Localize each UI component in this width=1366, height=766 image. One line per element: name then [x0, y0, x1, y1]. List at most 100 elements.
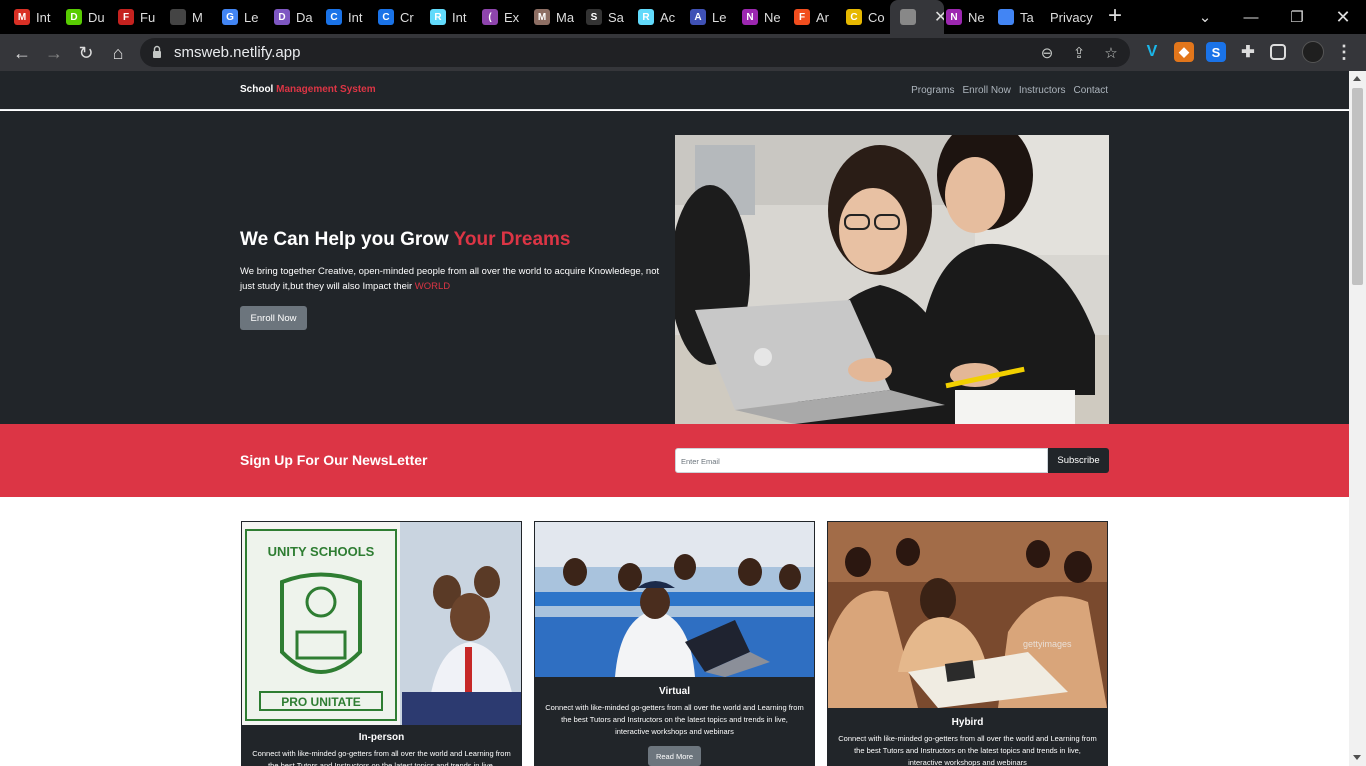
browser-tab[interactable]: F Ar — [794, 0, 834, 34]
brand-white: School — [240, 84, 274, 95]
address-bar[interactable]: smsweb.netlify.app ⊖ ⇪ ☆ — [140, 38, 1130, 67]
tab-label: Int — [348, 9, 363, 25]
scrollbar-thumb[interactable] — [1352, 88, 1363, 285]
scroll-down-arrow[interactable] — [1353, 755, 1361, 760]
nav-enroll-now[interactable]: Enroll Now — [962, 85, 1010, 96]
browser-tab[interactable]: G Le — [222, 0, 262, 34]
tab-label: Du — [88, 9, 105, 25]
tab-favicon-icon: C — [378, 9, 394, 25]
vimeo-extension-icon[interactable]: V — [1142, 42, 1162, 62]
nav-instructors[interactable]: Instructors — [1019, 85, 1066, 96]
unity-schools-image: UNITY SCHOOLS PRO UNITATE — [242, 522, 521, 725]
browser-tab[interactable]: S Sa — [586, 0, 626, 34]
program-card-hybird: gettyimages Hybird Connect with like-min… — [827, 521, 1108, 766]
zoom-icon[interactable]: ⊖ — [1036, 42, 1058, 64]
home-icon[interactable]: ⌂ — [105, 40, 131, 66]
tab-label: Ta — [1020, 9, 1034, 25]
extensions-puzzle-icon[interactable]: ✚ — [1238, 42, 1258, 62]
nav-contact[interactable]: Contact — [1074, 85, 1108, 96]
bookmark-star-icon[interactable]: ☆ — [1100, 42, 1122, 64]
browser-tab[interactable]: C Cr — [378, 0, 418, 34]
tab-label: Sa — [608, 9, 624, 25]
card-title: Hybird — [951, 717, 984, 728]
brand-red: Management System — [276, 84, 376, 95]
tab-label: Fu — [140, 9, 156, 25]
card-text: Connect with like-minded go-getters from… — [252, 749, 511, 766]
hero-world-highlight: WORLD — [414, 281, 451, 292]
hero-section: We Can Help you Grow Your Dreams We brin… — [0, 111, 1349, 424]
site-navbar: School Management System Programs Enroll… — [0, 71, 1349, 110]
hybird-classroom-image: gettyimages — [828, 522, 1107, 708]
browser-tab[interactable]: M Ma — [534, 0, 574, 34]
profile-avatar[interactable] — [1302, 41, 1324, 63]
subscribe-button[interactable]: Subscribe — [1048, 448, 1109, 473]
tab-label: Int — [36, 9, 51, 25]
browser-tab[interactable]: M — [170, 0, 210, 34]
tab-label: Ne — [764, 9, 781, 25]
s-extension-icon[interactable]: S — [1206, 42, 1226, 62]
tab-label: Da — [296, 9, 313, 25]
virtual-classroom-image — [535, 522, 814, 677]
tab-search-icon[interactable]: ⌄ — [1182, 0, 1228, 34]
tab-label: Privacy — [1050, 9, 1093, 25]
tab-label: Int — [452, 9, 467, 25]
browser-tab[interactable]: R Ac — [638, 0, 678, 34]
tab-label: Ne — [968, 9, 985, 25]
forward-icon[interactable]: → — [41, 40, 67, 66]
browser-tab[interactable]: N Ne — [946, 0, 986, 34]
reload-icon[interactable]: ↻ — [73, 40, 99, 66]
browser-tab[interactable]: C Co — [846, 0, 886, 34]
browser-tab[interactable]: D Da — [274, 0, 314, 34]
hero-description: We bring together Creative, open-minded … — [240, 266, 660, 292]
tab-close-icon[interactable]: ✕ — [934, 7, 944, 27]
page-scrollbar[interactable] — [1349, 71, 1366, 766]
tab-favicon-icon: N — [742, 9, 758, 25]
tab-label: Ex — [504, 9, 520, 25]
tab-favicon-icon: M — [534, 9, 550, 25]
menu-kebab-icon[interactable]: ⋮ — [1334, 42, 1354, 62]
hero-enroll-button[interactable]: Enroll Now — [240, 306, 307, 330]
tab-favicon-icon: F — [794, 9, 810, 25]
lock-icon — [153, 45, 161, 58]
badge-title: UNITY SCHOOLS — [268, 544, 375, 559]
email-input[interactable]: Enter Email — [675, 448, 1048, 473]
restore-button[interactable]: ❐ — [1274, 0, 1320, 34]
tab-label: Co — [868, 9, 885, 25]
share-icon[interactable]: ⇪ — [1068, 42, 1090, 64]
browser-tab[interactable]: Privacy — [1050, 0, 1104, 34]
tab-favicon-icon: N — [946, 9, 962, 25]
badge-motto: PRO UNITATE — [281, 695, 361, 709]
scroll-up-arrow[interactable] — [1353, 76, 1361, 81]
new-tab-button[interactable]: + — [1108, 4, 1122, 28]
browser-tab[interactable]: A Le — [690, 0, 730, 34]
back-icon[interactable]: ← — [9, 40, 35, 66]
tab-favicon-icon: M — [14, 9, 30, 25]
browser-tab[interactable]: ✕ — [890, 0, 944, 34]
read-more-button[interactable]: Read More — [648, 746, 701, 766]
url-text[interactable]: smsweb.netlify.app — [174, 44, 300, 61]
nav-programs[interactable]: Programs — [911, 85, 954, 96]
newsletter-section: Sign Up For Our NewsLetter Enter Email S… — [0, 424, 1349, 497]
browser-tab[interactable]: C Int — [326, 0, 366, 34]
metamask-extension-icon[interactable]: ◆ — [1174, 42, 1194, 62]
browser-tab[interactable]: Ta — [998, 0, 1038, 34]
browser-tab[interactable]: N Ne — [742, 0, 782, 34]
tab-favicon-icon: G — [222, 9, 238, 25]
close-window-button[interactable]: ✕ — [1320, 0, 1366, 34]
brand-logo[interactable]: School Management System — [240, 84, 376, 95]
tab-label: Le — [712, 9, 727, 25]
tab-favicon-icon — [170, 9, 186, 25]
hero-title-highlight: Your Dreams — [453, 229, 571, 250]
browser-tab[interactable]: D Du — [66, 0, 106, 34]
tab-favicon-icon: ( — [482, 9, 498, 25]
hero-students-image — [675, 135, 1109, 424]
side-panel-icon[interactable] — [1270, 44, 1286, 60]
browser-tab[interactable]: M Int — [14, 0, 54, 34]
browser-tab[interactable]: R Int — [430, 0, 470, 34]
browser-tab[interactable]: ( Ex — [482, 0, 522, 34]
card-text: Connect with like-minded go-getters from… — [838, 734, 1097, 766]
browser-tab[interactable]: F Fu — [118, 0, 158, 34]
browser-toolbar: ← → ↻ ⌂ smsweb.netlify.app ⊖ ⇪ ☆ V ◆ S ✚… — [0, 34, 1366, 71]
minimize-button[interactable]: — — [1228, 0, 1274, 34]
tab-label: Ar — [816, 9, 829, 25]
